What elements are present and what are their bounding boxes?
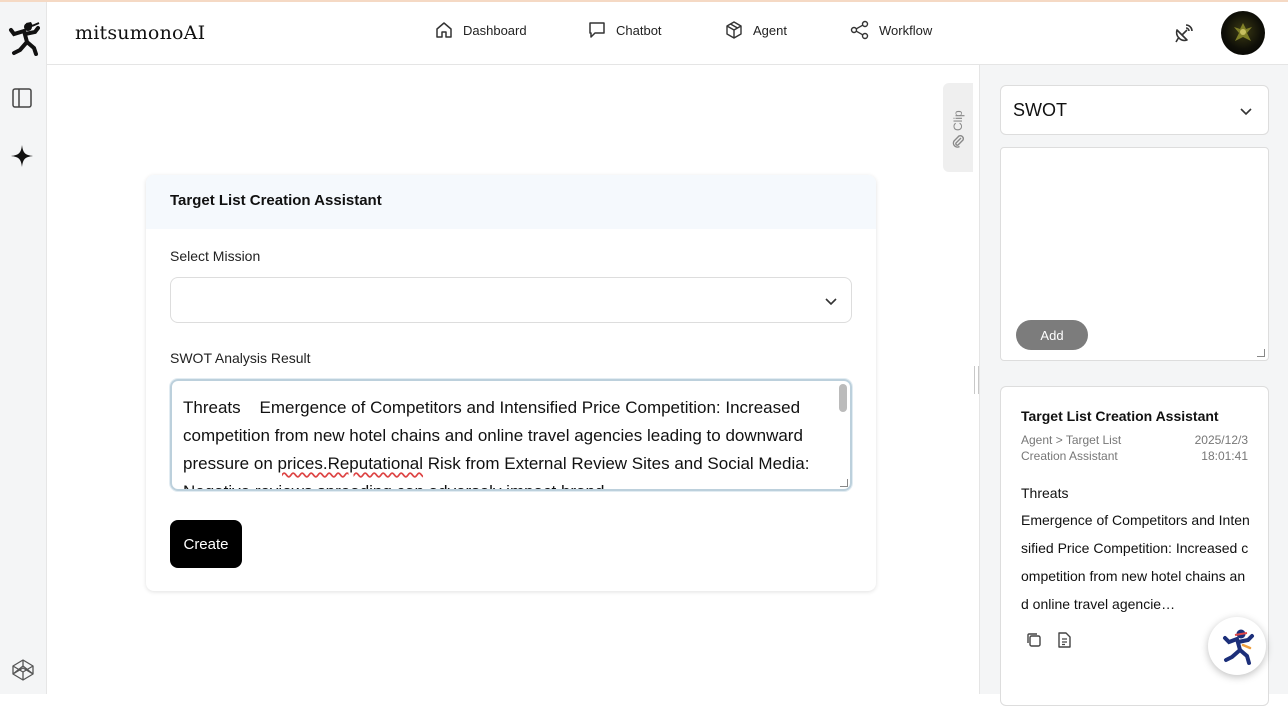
ninja-mascot-icon (1223, 629, 1254, 665)
mission-select[interactable] (170, 277, 852, 323)
swot-result-label: SWOT Analysis Result (170, 350, 311, 366)
nav-workflow[interactable]: Workflow (850, 20, 932, 40)
create-button[interactable]: Create (170, 520, 242, 568)
panel-resize-grip[interactable] (974, 366, 979, 394)
sparkle-icon[interactable] (10, 144, 34, 168)
nav-chatbot[interactable]: Chatbot (587, 20, 662, 40)
left-rail (0, 2, 47, 694)
user-avatar[interactable] (1221, 11, 1265, 55)
codepen-cube-icon[interactable] (11, 658, 35, 682)
note-textarea[interactable]: Add (1000, 147, 1269, 361)
note-resize-handle[interactable] (1257, 349, 1265, 357)
nav-chatbot-label: Chatbot (616, 22, 662, 38)
target-list-card: Target List Creation Assistant Select Mi… (146, 175, 876, 591)
paperclip-icon (952, 135, 964, 148)
document-icon[interactable] (1055, 631, 1073, 649)
satellite-dish-icon[interactable] (1173, 22, 1195, 44)
package-icon (726, 21, 742, 39)
history-timestamp: 2025/12/3 18:01:41 (1158, 432, 1248, 464)
chevron-down-icon (1240, 108, 1252, 116)
copy-icon[interactable] (1025, 631, 1043, 649)
history-time: 18:01:41 (1201, 449, 1248, 463)
swot-result-textarea[interactable]: Threats Emergence of Competitors and Int… (170, 379, 852, 491)
clip-label: Clip (951, 110, 965, 131)
history-breadcrumb: Agent > Target List Creation Assistant (1021, 433, 1122, 463)
nav-dashboard-label: Dashboard (463, 22, 527, 38)
avatar-figure-icon (1234, 23, 1252, 41)
chevron-down-icon (825, 298, 837, 306)
chat-bubble-icon (589, 22, 605, 38)
assistant-fab[interactable] (1208, 617, 1266, 675)
template-select[interactable]: SWOT (1000, 85, 1269, 135)
home-icon (436, 22, 452, 38)
clip-tab[interactable]: Clip (943, 83, 973, 172)
history-body: Emergence of Competitors and Intensified… (1021, 512, 1250, 612)
history-title: Target List Creation Assistant (1021, 408, 1219, 424)
swot-result-text: Threats Emergence of Competitors and Int… (183, 398, 810, 489)
top-header: mitsumonoAI Dashboard Chatbot Agent Work… (47, 2, 1288, 65)
history-date: 2025/12/3 (1194, 433, 1248, 447)
sidebar-panel-icon[interactable] (12, 88, 32, 108)
brand-name[interactable]: mitsumonoAI (75, 22, 205, 44)
template-select-value: SWOT (1013, 100, 1067, 120)
textarea-resize-handle[interactable] (840, 479, 848, 487)
history-heading: Threats (1021, 485, 1069, 501)
nav-workflow-label: Workflow (879, 22, 933, 38)
nav-agent[interactable]: Agent (724, 20, 787, 40)
right-panel: SWOT Add Target List Creation Assistant … (980, 65, 1288, 706)
nav-agent-label: Agent (753, 22, 787, 38)
card-title: Target List Creation Assistant (146, 175, 876, 229)
select-mission-label: Select Mission (170, 248, 261, 264)
nav-dashboard[interactable]: Dashboard (434, 20, 527, 40)
share-nodes-icon (850, 20, 869, 40)
textarea-scrollbar[interactable] (839, 384, 847, 412)
add-button[interactable]: Add (1016, 320, 1088, 350)
ninja-logo-icon[interactable] (6, 20, 40, 56)
